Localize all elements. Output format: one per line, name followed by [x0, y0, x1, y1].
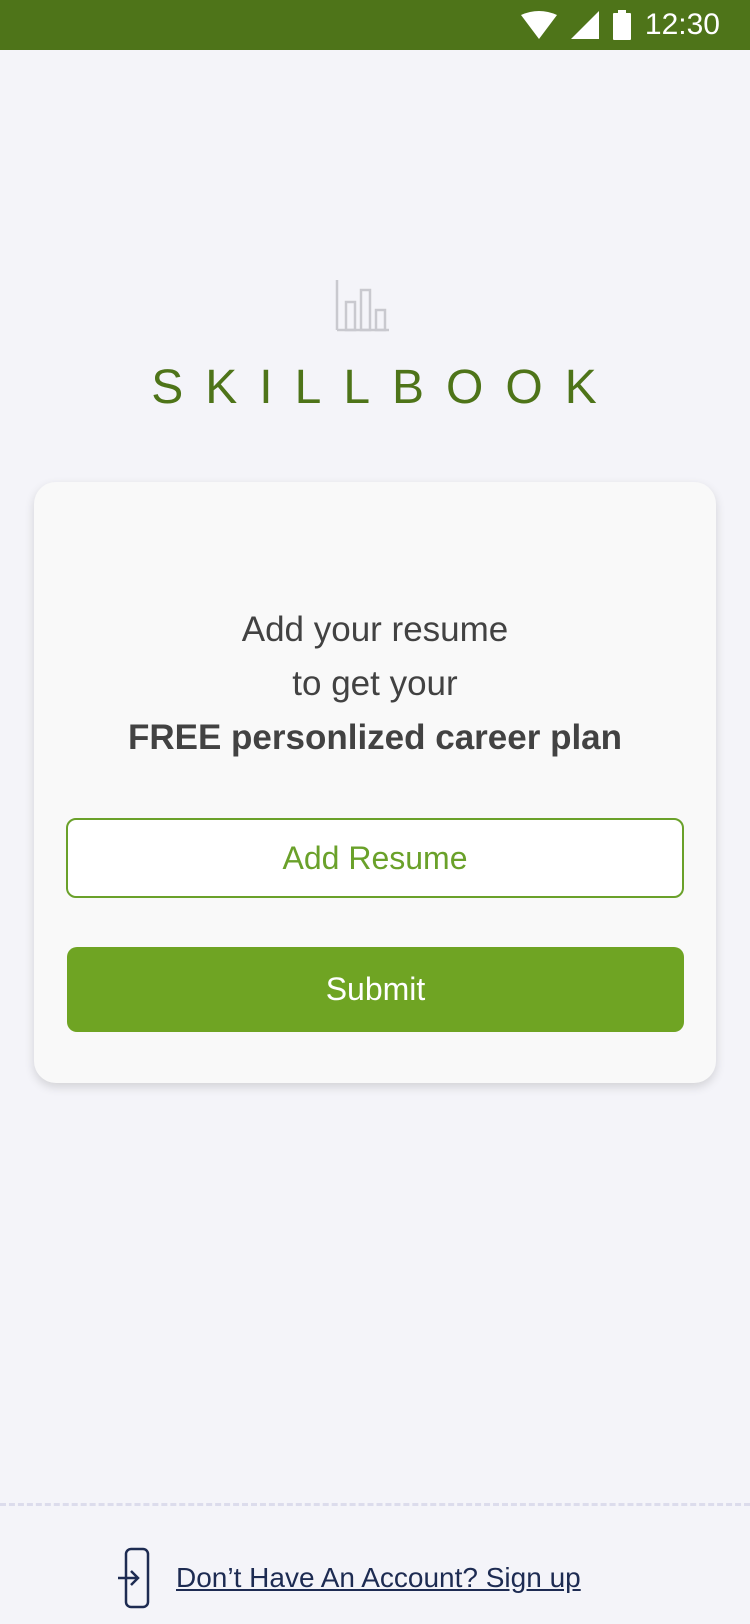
- signup-row[interactable]: Don’t Have An Account? Sign up: [118, 1546, 581, 1610]
- wifi-icon: [520, 11, 557, 39]
- login-icon: [118, 1547, 150, 1609]
- signup-link[interactable]: Don’t Have An Account? Sign up: [176, 1562, 581, 1594]
- status-bar: 12:30: [0, 0, 750, 50]
- footer-divider: [0, 1503, 750, 1506]
- card-message-line-1: Add your resume: [241, 610, 509, 649]
- signal-icon: [570, 11, 599, 39]
- bar-chart-icon: [335, 280, 389, 332]
- brand-name: SKILLBOOK: [151, 361, 619, 414]
- battery-icon: [612, 10, 631, 40]
- submit-button[interactable]: Submit: [67, 947, 684, 1032]
- status-icons: 12:30: [520, 0, 720, 50]
- status-time: 12:30: [644, 8, 720, 41]
- resume-card: Add your resume to get your FREE personl…: [34, 482, 716, 1083]
- add-resume-button[interactable]: Add Resume: [66, 818, 684, 898]
- card-message-line-3: FREE personlized career plan: [127, 718, 623, 757]
- card-message-line-2: to get your: [292, 664, 458, 703]
